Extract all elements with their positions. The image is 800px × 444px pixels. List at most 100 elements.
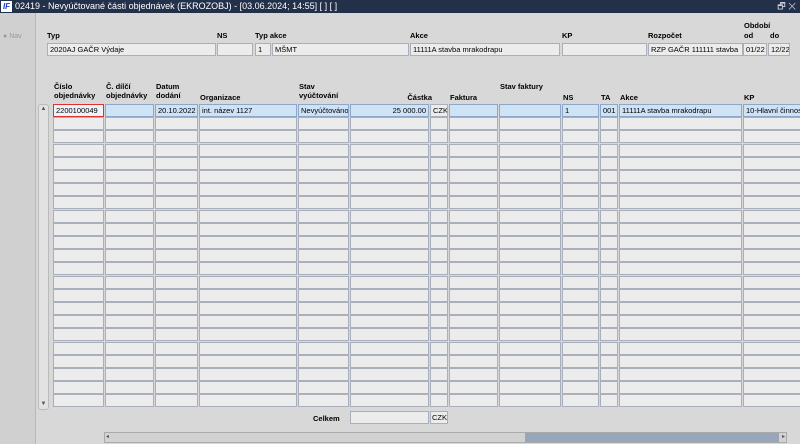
cell-organization[interactable] (199, 275, 297, 289)
cell-invoice[interactable] (449, 249, 498, 263)
cell-billing-status[interactable] (298, 275, 349, 289)
cell-sub-order[interactable] (105, 156, 154, 170)
cell-invoice-status[interactable] (499, 156, 561, 170)
cell-invoice-status[interactable] (499, 130, 561, 144)
cell-organization[interactable] (199, 183, 297, 197)
cell-invoice-status[interactable] (499, 302, 561, 315)
cell-billing-status[interactable] (298, 381, 349, 395)
cell-ta[interactable]: 001 (600, 104, 618, 117)
cell-ta[interactable] (600, 302, 618, 315)
cell-order-number[interactable] (53, 262, 104, 276)
cell-delivery-date[interactable] (155, 394, 198, 408)
cell-kp[interactable] (743, 222, 800, 236)
cell-action[interactable]: 11111A stavba mrakodrapu (619, 104, 742, 117)
cell-billing-status[interactable] (298, 196, 349, 210)
cell-currency[interactable] (430, 170, 448, 183)
cell-sub-order[interactable] (105, 262, 154, 276)
cell-order-number[interactable]: 2200100049 (53, 104, 104, 117)
cell-sub-order[interactable] (105, 394, 154, 408)
cell-invoice-status[interactable] (499, 315, 561, 329)
cell-action[interactable] (619, 381, 742, 395)
cell-order-number[interactable] (53, 222, 104, 236)
cell-kp[interactable] (743, 249, 800, 263)
cell-ns[interactable] (562, 275, 599, 289)
cell-amount[interactable] (350, 196, 429, 210)
cell-ta[interactable] (600, 143, 618, 157)
cell-kp[interactable] (743, 302, 800, 315)
cell-ns[interactable] (562, 236, 599, 249)
cell-ns[interactable] (562, 143, 599, 157)
cell-kp[interactable] (743, 209, 800, 223)
cell-ns[interactable] (562, 302, 599, 315)
cell-amount[interactable]: 25 000.00 (350, 104, 429, 117)
cell-currency[interactable] (430, 341, 448, 355)
cell-kp[interactable] (743, 381, 800, 395)
cell-billing-status[interactable] (298, 183, 349, 197)
cell-order-number[interactable] (53, 354, 104, 368)
cell-sub-order[interactable] (105, 288, 154, 302)
cell-kp[interactable] (743, 341, 800, 355)
cell-organization[interactable] (199, 236, 297, 249)
cell-order-number[interactable] (53, 143, 104, 157)
field-kp[interactable] (562, 43, 647, 56)
scroll-right-icon[interactable]: ▸ (782, 433, 785, 440)
cell-action[interactable] (619, 156, 742, 170)
cell-currency[interactable] (430, 143, 448, 157)
cell-delivery-date[interactable] (155, 354, 198, 368)
cell-organization[interactable] (199, 262, 297, 276)
cell-ta[interactable] (600, 117, 618, 131)
cell-billing-status[interactable] (298, 354, 349, 368)
cell-amount[interactable] (350, 381, 429, 395)
cell-currency[interactable] (430, 209, 448, 223)
cell-ns[interactable] (562, 262, 599, 276)
cell-ns[interactable] (562, 354, 599, 368)
cell-sub-order[interactable] (105, 381, 154, 395)
cell-action[interactable] (619, 183, 742, 197)
cell-organization[interactable] (199, 315, 297, 329)
cell-billing-status[interactable] (298, 156, 349, 170)
cell-organization[interactable] (199, 143, 297, 157)
cell-order-number[interactable] (53, 328, 104, 342)
cell-invoice-status[interactable] (499, 196, 561, 210)
cell-amount[interactable] (350, 275, 429, 289)
cell-delivery-date[interactable] (155, 236, 198, 249)
cell-order-number[interactable] (53, 394, 104, 408)
cell-ta[interactable] (600, 262, 618, 276)
cell-delivery-date[interactable] (155, 275, 198, 289)
cell-ns[interactable] (562, 288, 599, 302)
cell-order-number[interactable] (53, 236, 104, 249)
cell-organization[interactable] (199, 328, 297, 342)
restore-icon[interactable]: 🗗 (777, 1, 785, 11)
cell-amount[interactable] (350, 156, 429, 170)
cell-ta[interactable] (600, 130, 618, 144)
cell-delivery-date[interactable] (155, 302, 198, 315)
cell-organization[interactable] (199, 354, 297, 368)
cell-action[interactable] (619, 196, 742, 210)
cell-kp[interactable] (743, 117, 800, 131)
cell-invoice-status[interactable] (499, 275, 561, 289)
cell-delivery-date[interactable] (155, 381, 198, 395)
cell-amount[interactable] (350, 354, 429, 368)
cell-organization[interactable] (199, 222, 297, 236)
cell-action[interactable] (619, 130, 742, 144)
cell-ta[interactable] (600, 222, 618, 236)
cell-ns[interactable]: 1 (562, 104, 599, 117)
scroll-up-icon[interactable]: ▲ (39, 105, 48, 114)
cell-ta[interactable] (600, 328, 618, 342)
field-typ[interactable]: 2020AJ GAČR Výdaje (47, 43, 216, 56)
cell-invoice[interactable] (449, 170, 498, 183)
cell-invoice-status[interactable] (499, 222, 561, 236)
cell-delivery-date[interactable] (155, 315, 198, 329)
cell-invoice-status[interactable] (499, 209, 561, 223)
cell-delivery-date[interactable] (155, 368, 198, 381)
cell-ta[interactable] (600, 183, 618, 197)
cell-amount[interactable] (350, 249, 429, 263)
cell-sub-order[interactable] (105, 196, 154, 210)
cell-order-number[interactable] (53, 315, 104, 329)
cell-billing-status[interactable] (298, 288, 349, 302)
cell-invoice[interactable] (449, 236, 498, 249)
cell-invoice[interactable] (449, 381, 498, 395)
cell-invoice-status[interactable] (499, 288, 561, 302)
cell-currency[interactable] (430, 222, 448, 236)
cell-invoice[interactable] (449, 196, 498, 210)
